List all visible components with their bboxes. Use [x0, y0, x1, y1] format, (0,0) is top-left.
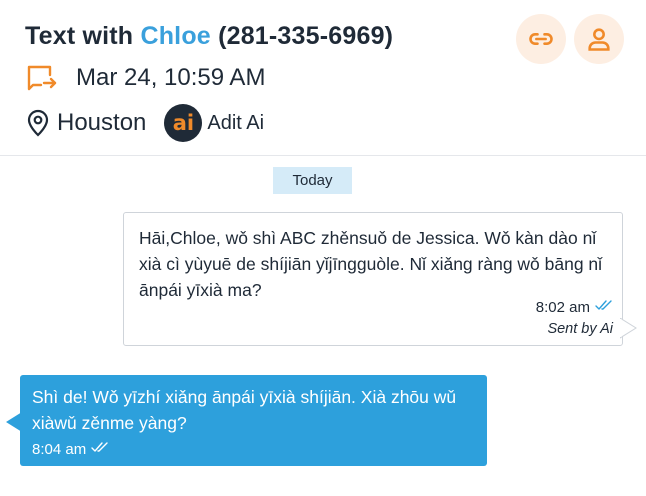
contact-phone: (281-335-6969) — [218, 22, 394, 50]
message-text: Shì de! Wǒ yīzhí xiǎng ānpái yīxià shíji… — [32, 387, 457, 433]
assistant-name: Adit Ai — [207, 111, 265, 134]
copy-link-button[interactable] — [516, 14, 566, 64]
sent-by-label: Sent by Ai — [547, 321, 613, 337]
contact-location: Houston — [57, 109, 147, 136]
adit-ai-logo: ai — [164, 104, 203, 142]
person-icon — [588, 28, 610, 51]
message-time: 8:04 am — [32, 441, 87, 458]
contact-profile-button[interactable] — [574, 14, 624, 64]
outgoing-message-bubble: Hāi,Chloe, wǒ shì ABC zhěnsuǒ de Jessica… — [123, 212, 623, 346]
page-title: Text with Chloe (281-335-6969) — [25, 22, 393, 51]
meta-row: Houston ai Adit Ai — [26, 104, 264, 142]
title-prefix: Text with — [25, 22, 134, 50]
outgoing-bubble-tail — [620, 318, 637, 339]
chat-forward-icon — [27, 65, 57, 91]
incoming-message-bubble: Shì de! Wǒ yīzhí xiǎng ānpái yīxià shíji… — [20, 375, 487, 466]
conversation-date: Mar 24, 10:59 AM — [76, 64, 266, 91]
message-time: 8:02 am — [535, 299, 590, 316]
message-text: Hāi,Chloe, wǒ shì ABC zhěnsuǒ de Jessica… — [139, 228, 603, 300]
day-divider-badge: Today — [273, 167, 352, 194]
conversation-header: Text with Chloe (281-335-6969) Mar 24, 1… — [0, 0, 646, 156]
location-pin-icon — [27, 109, 49, 137]
link-icon — [529, 33, 553, 45]
ai-logo-text: ai — [172, 111, 195, 135]
double-check-icon — [91, 442, 108, 452]
double-check-icon — [595, 300, 612, 310]
conversation-date-row: Mar 24, 10:59 AM — [27, 64, 265, 92]
contact-name[interactable]: Chloe — [140, 22, 210, 50]
